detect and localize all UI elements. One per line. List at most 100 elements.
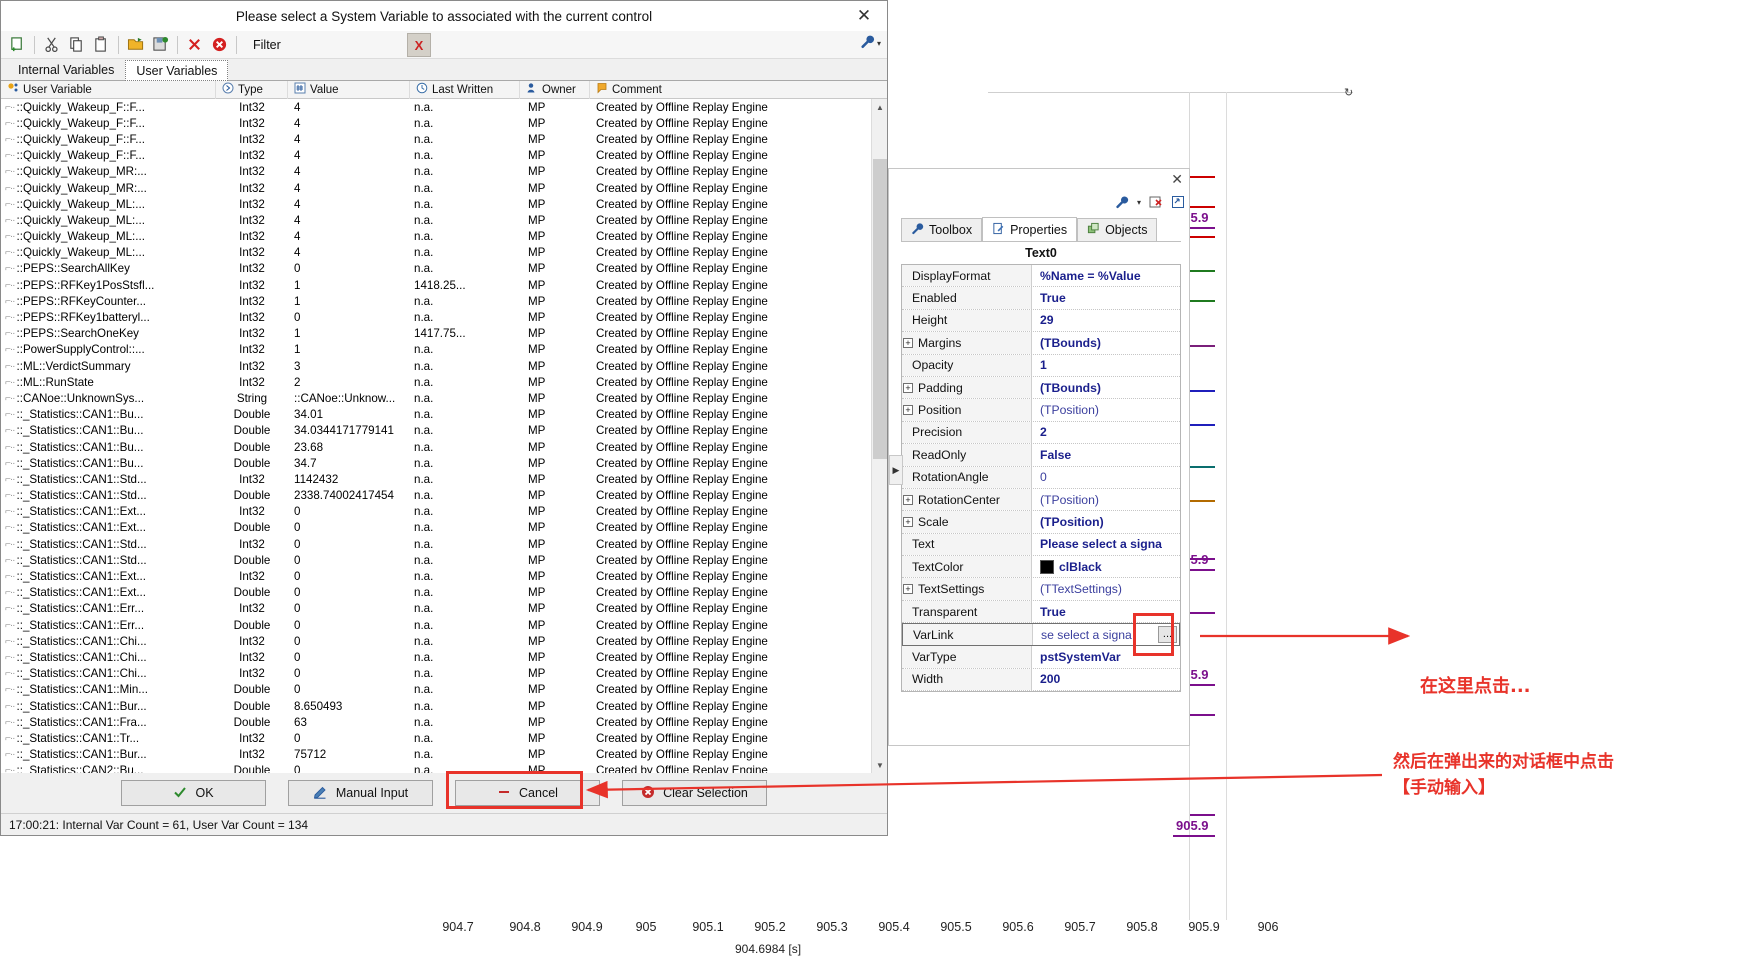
property-value[interactable]: (TTextSettings)	[1032, 582, 1180, 596]
table-row[interactable]: ⌐··::_Statistics::CAN1::Bu... Double 34.01…	[1, 407, 871, 423]
property-row[interactable]: Enabled True	[902, 287, 1180, 310]
table-row[interactable]: ⌐··::_Statistics::CAN1::Std... Int32 0 n.a.…	[1, 536, 871, 552]
property-value[interactable]: pstSystemVar	[1032, 650, 1180, 664]
table-row[interactable]: ⌐··::ML::VerdictSummary Int32 3 n.a. MP Creat…	[1, 358, 871, 374]
scroll-down-icon[interactable]: ▼	[872, 757, 887, 773]
property-value[interactable]: (TPosition)	[1032, 403, 1180, 417]
cut-icon[interactable]	[39, 33, 64, 57]
property-row[interactable]: ReadOnly False	[902, 444, 1180, 467]
caret-down-icon[interactable]: ▾	[1137, 198, 1141, 207]
property-row[interactable]: Text Please select a signa	[902, 533, 1180, 557]
property-value[interactable]: clBlack	[1032, 559, 1180, 574]
property-row[interactable]: + Scale (TPosition)	[902, 511, 1180, 534]
property-value[interactable]: %Name = %Value	[1032, 269, 1180, 283]
property-value[interactable]: (TBounds)	[1032, 381, 1180, 395]
cancel-button[interactable]: Cancel	[455, 780, 600, 806]
expand-icon[interactable]: +	[903, 382, 913, 393]
expand-icon[interactable]: +	[903, 405, 913, 416]
property-value[interactable]: 1	[1032, 358, 1180, 372]
table-row[interactable]: ⌐··::_Statistics::CAN1::Std... Double 2338…	[1, 488, 871, 504]
property-value[interactable]: 200	[1032, 672, 1180, 686]
table-row[interactable]: ⌐··::PEPS::RFKey1PosStsfl... Int32 1 1418.2…	[1, 277, 871, 293]
column-header-type[interactable]: Type	[216, 80, 288, 99]
property-row[interactable]: Opacity 1	[902, 354, 1180, 377]
property-value[interactable]: 2	[1032, 425, 1180, 439]
scroll-up-icon[interactable]: ▲	[872, 99, 887, 115]
property-value[interactable]: (TPosition)	[1032, 515, 1180, 529]
table-row[interactable]: ⌐··::_Statistics::CAN2::Bu... Double 0 n.a.…	[1, 763, 871, 773]
table-row[interactable]: ⌐··::_Statistics::CAN1::Bu... Double 34.03…	[1, 423, 871, 439]
table-row[interactable]: ⌐··::_Statistics::CAN1::Min... Double 0 n.a…	[1, 682, 871, 698]
scrollbar-thumb[interactable]	[873, 159, 887, 459]
property-value[interactable]: True	[1032, 291, 1180, 305]
manual-input-button[interactable]: Manual Input	[288, 780, 433, 806]
property-value[interactable]: Please select a signa	[1032, 537, 1180, 551]
property-row[interactable]: VarType pstSystemVar	[902, 646, 1180, 669]
table-row[interactable]: ⌐··::_Statistics::CAN1::Bur... Double 8.65…	[1, 698, 871, 714]
new-icon[interactable]	[5, 33, 30, 57]
property-row[interactable]: + Position (TPosition)	[902, 399, 1180, 422]
property-value[interactable]: True	[1032, 605, 1180, 619]
ok-button[interactable]: OK	[121, 780, 266, 806]
table-row[interactable]: ⌐··::PowerSupplyControl::... Int32 1 n.a. MP…	[1, 342, 871, 358]
open-icon[interactable]	[123, 33, 148, 57]
expand-icon[interactable]: +	[903, 516, 913, 527]
tab-objects[interactable]: Objects	[1077, 218, 1158, 241]
table-row[interactable]: ⌐··::Quickly_Wakeup_MR:... Int32 4 n.a. MP Cr…	[1, 164, 871, 180]
list-scrollbar[interactable]: ▲ ▼	[871, 99, 887, 773]
panel-collapse-handle[interactable]: ▶	[889, 455, 903, 485]
table-row[interactable]: ⌐··::_Statistics::CAN1::Err... Double 0 n.a…	[1, 617, 871, 633]
save-icon[interactable]	[148, 33, 173, 57]
table-row[interactable]: ⌐··::Quickly_Wakeup_F::F... Int32 4 n.a. MP C…	[1, 148, 871, 164]
table-row[interactable]: ⌐··::_Statistics::CAN1::Tr... Int32 0 n.a. M…	[1, 730, 871, 746]
table-row[interactable]: ⌐··::_Statistics::CAN1::Bur... Int32 75712…	[1, 747, 871, 763]
table-row[interactable]: ⌐··::Quickly_Wakeup_F::F... Int32 4 n.a. MP C…	[1, 115, 871, 131]
property-row[interactable]: + RotationCenter (TPosition)	[902, 488, 1180, 512]
tab-internal-variables[interactable]: Internal Variables	[7, 59, 126, 80]
property-value[interactable]: (TBounds)	[1032, 336, 1180, 350]
delete-all-icon[interactable]	[207, 33, 232, 57]
clear-selection-button[interactable]: Clear Selection	[622, 780, 767, 806]
table-row[interactable]: ⌐··::CANoe::UnknownSys... String::CANoe::…	[1, 390, 871, 406]
expand-icon[interactable]: +	[903, 584, 913, 595]
column-header-comment[interactable]: Comment	[590, 81, 887, 99]
column-header-value[interactable]: Value	[288, 80, 410, 99]
paste-icon[interactable]	[89, 33, 114, 57]
table-row[interactable]: ⌐··::_Statistics::CAN1::Ext... Int32 0 n.a.…	[1, 568, 871, 584]
table-row[interactable]: ⌐··::_Statistics::CAN1::Fra... Double 63 n.…	[1, 714, 871, 730]
property-value[interactable]: se select a signa...	[1033, 626, 1179, 644]
table-row[interactable]: ⌐··::Quickly_Wakeup_ML:... Int32 4 n.a. MP Cr…	[1, 245, 871, 261]
table-row[interactable]: ⌐··::Quickly_Wakeup_ML:... Int32 4 n.a. MP Cr…	[1, 196, 871, 212]
table-row[interactable]: ⌐··::Quickly_Wakeup_ML:... Int32 4 n.a. MP Cr…	[1, 212, 871, 228]
property-value[interactable]: 0	[1032, 470, 1180, 484]
property-row[interactable]: VarLink se select a signa...	[902, 623, 1180, 647]
property-value[interactable]: (TPosition)	[1032, 493, 1180, 507]
table-row[interactable]: ⌐··::PEPS::RFKey1batteryl... Int32 0 n.a. MP…	[1, 309, 871, 325]
wrench-icon[interactable]	[1115, 195, 1129, 209]
property-row[interactable]: DisplayFormat %Name = %Value	[902, 265, 1180, 288]
table-row[interactable]: ⌐··::_Statistics::CAN1::Chi... Int32 0 n.a.…	[1, 666, 871, 682]
table-row[interactable]: ⌐··::_Statistics::CAN1::Std... Int32 11424…	[1, 471, 871, 487]
table-row[interactable]: ⌐··::Quickly_Wakeup_MR:... Int32 4 n.a. MP Cr…	[1, 180, 871, 196]
table-row[interactable]: ⌐··::_Statistics::CAN1::Chi... Int32 0 n.a.…	[1, 649, 871, 665]
table-row[interactable]: ⌐··::_Statistics::CAN1::Ext... Int32 0 n.a.…	[1, 504, 871, 520]
table-row[interactable]: ⌐··::_Statistics::CAN1::Bu... Double 23.68…	[1, 439, 871, 455]
clear-filter-icon[interactable]	[1149, 195, 1163, 209]
tab-toolbox[interactable]: Toolbox	[901, 218, 983, 241]
table-row[interactable]: ⌐··::_Statistics::CAN1::Ext... Double 0 n.a…	[1, 585, 871, 601]
table-row[interactable]: ⌐··::PEPS::SearchOneKey Int32 1 1417.75... M…	[1, 326, 871, 342]
table-row[interactable]: ⌐··::_Statistics::CAN1::Chi... Int32 0 n.a.…	[1, 633, 871, 649]
delete-icon[interactable]	[182, 33, 207, 57]
expand-icon[interactable]: +	[903, 337, 913, 348]
property-row[interactable]: + Margins (TBounds)	[902, 332, 1180, 355]
varlink-browse-button[interactable]: ...	[1158, 626, 1177, 644]
property-value[interactable]: False	[1032, 448, 1180, 462]
filter-input[interactable]	[286, 35, 427, 54]
close-icon[interactable]: ✕	[847, 5, 881, 27]
property-row[interactable]: Transparent True	[902, 600, 1180, 624]
table-row[interactable]: ⌐··::Quickly_Wakeup_ML:... Int32 4 n.a. MP Cr…	[1, 229, 871, 245]
property-row[interactable]: + Padding (TBounds)	[902, 376, 1180, 400]
column-header-last-written[interactable]: Last Written	[410, 80, 520, 99]
property-row[interactable]: RotationAngle 0	[902, 466, 1180, 489]
table-row[interactable]: ⌐··::PEPS::SearchAllKey Int32 0 n.a. MP Creat…	[1, 261, 871, 277]
